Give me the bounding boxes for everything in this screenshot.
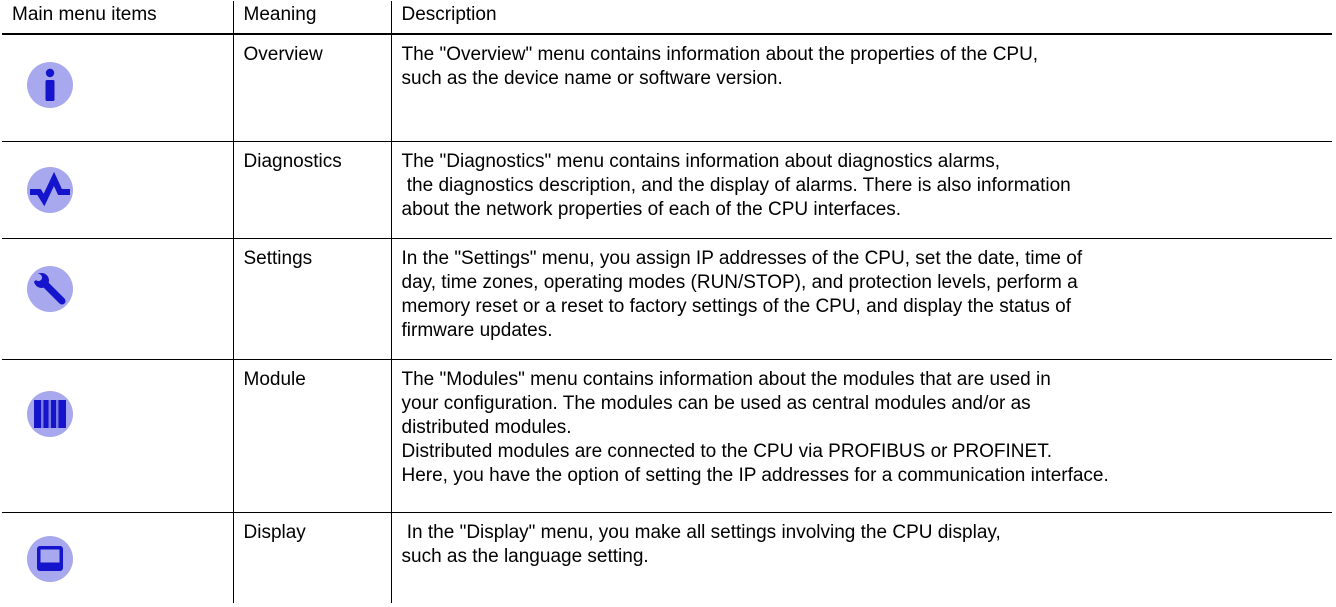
description-line: Distributed modules are connected to the… <box>401 440 1052 462</box>
header-meaning: Meaning <box>232 1 392 35</box>
description-line: such as the device name or software vers… <box>401 68 783 89</box>
description-line: In the "Display" menu, you make all sett… <box>401 521 1001 543</box>
description-line: the diagnostics description, and the dis… <box>401 174 1071 196</box>
description-line: your configuration. The modules can be u… <box>401 392 1031 414</box>
row-description: The "Diagnostics" menu contains informat… <box>390 140 1332 239</box>
row-description: The "Modules" menu contains information … <box>390 358 1332 513</box>
row-meaning: Diagnostics <box>232 140 392 239</box>
table-row-overview: Overview The "Overview" menu contains in… <box>2 33 1332 142</box>
row-description: In the "Settings" menu, you assign IP ad… <box>390 237 1332 360</box>
icon-cell <box>2 33 234 142</box>
icon-cell <box>2 237 234 360</box>
description-line: The "Modules" menu contains information … <box>401 368 1051 390</box>
header-description: Description <box>390 1 1332 35</box>
table-row-settings: Settings In the "Settings" menu, you ass… <box>2 237 1332 360</box>
row-description: In the "Display" menu, you make all sett… <box>390 511 1332 603</box>
display-icon <box>27 535 73 582</box>
row-meaning: Settings <box>232 237 392 360</box>
description-line: The "Diagnostics" menu contains informat… <box>401 150 1001 172</box>
row-description: The "Overview" menu contains information… <box>390 33 1332 142</box>
description-line: The "Overview" menu contains information… <box>401 44 1039 65</box>
header-main-menu-items: Main menu items <box>2 1 234 35</box>
row-meaning: Overview <box>232 33 392 142</box>
table-row-module: Module The "Modules" menu contains infor… <box>2 358 1332 513</box>
icon-cell <box>2 140 234 239</box>
info-icon <box>27 62 73 108</box>
icon-cell <box>2 511 234 603</box>
row-meaning: Display <box>232 511 392 603</box>
module-icon <box>27 390 73 437</box>
description-line: such as the language setting. <box>401 545 649 567</box>
description-line: distributed modules. <box>401 416 572 438</box>
table-row-diagnostics: Diagnostics The "Diagnostics" menu conta… <box>2 140 1332 239</box>
description-line: memory reset or a reset to factory setti… <box>401 295 1072 317</box>
main-menu-table: Main menu items Meaning Description Over… <box>2 1 1332 603</box>
row-meaning: Module <box>232 358 392 513</box>
diagnostics-icon <box>27 166 73 213</box>
description-line: about the network properties of each of … <box>401 198 902 220</box>
icon-cell <box>2 358 234 513</box>
table-header-row: Main menu items Meaning Description <box>2 1 1332 35</box>
table-row-display: Display In the "Display" menu, you make … <box>2 511 1332 603</box>
description-line: firmware updates. <box>401 319 553 341</box>
wrench-icon <box>27 265 73 312</box>
description-line: In the "Settings" menu, you assign IP ad… <box>401 247 1083 269</box>
description-line: Here, you have the option of setting the… <box>401 464 1109 486</box>
description-line: day, time zones, operating modes (RUN/ST… <box>401 271 1078 293</box>
